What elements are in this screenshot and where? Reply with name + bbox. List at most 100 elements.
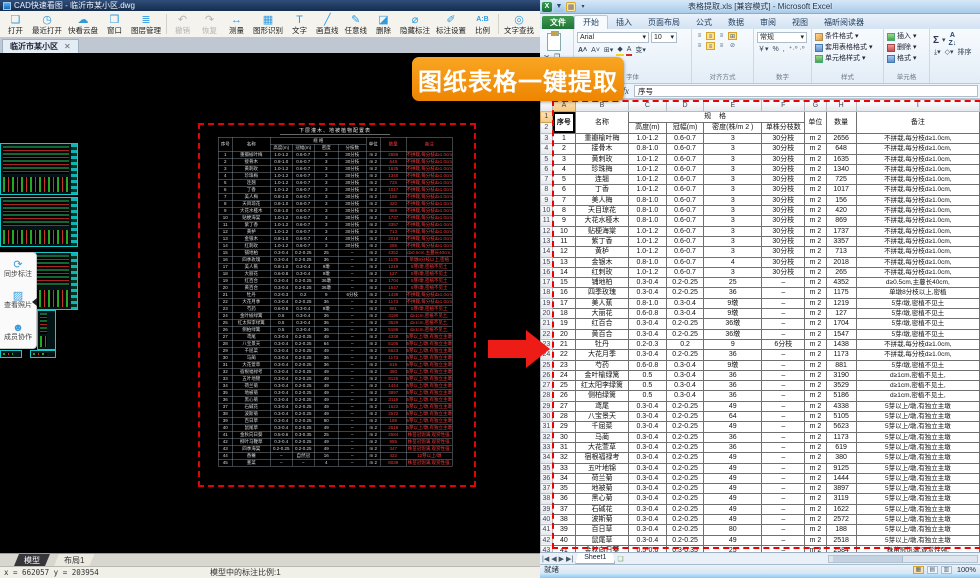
excel-cell[interactable]: – (762, 288, 805, 298)
excel-cell[interactable]: 49 (704, 422, 762, 432)
excel-cell[interactable]: 30分枝 (762, 216, 805, 226)
excel-cell[interactable]: 0.6-0.7 (666, 247, 703, 257)
excel-cell[interactable]: 千屈菜 (576, 422, 629, 432)
toolbar-cloud-button[interactable]: ☁快看云盘 (65, 12, 101, 36)
excel-cell[interactable]: 5芽以上/墩,有独立主墩 (856, 473, 979, 483)
excel-cell[interactable]: 5 (552, 175, 575, 185)
excel-cell[interactable]: 0.8-1.0 (628, 298, 666, 308)
phonetic-guide-icon[interactable]: 变▾ (634, 46, 647, 55)
excel-cell[interactable]: 17 (552, 298, 575, 308)
excel-cell[interactable]: 11 (552, 236, 575, 246)
align-middle-icon[interactable]: ≡ (706, 32, 715, 40)
ribbon-tab-1[interactable]: 文件 (542, 16, 574, 29)
align-right-icon[interactable]: ≡ (717, 42, 726, 50)
excel-cell[interactable]: 36 (704, 391, 762, 401)
excel-cell[interactable]: m 2 (805, 175, 826, 185)
toolbar-erase-button[interactable]: ◪删除 (370, 12, 397, 36)
excel-cell[interactable]: 红百合 (576, 319, 629, 329)
row-header-13[interactable]: 13 (541, 236, 553, 246)
excel-cell[interactable]: 27 (552, 401, 575, 411)
excel-cell[interactable]: m 2 (805, 206, 826, 216)
excel-cell[interactable]: m 2 (805, 535, 826, 545)
toolbar-hide-markup-button[interactable]: ⌀隐藏标注 (397, 12, 433, 36)
excel-cell[interactable]: 接骨木 (576, 144, 629, 154)
excel-cell[interactable]: 5芽/墩,密植不见土 (856, 309, 979, 319)
excel-cell[interactable]: 1.0-1.2 (628, 236, 666, 246)
excel-cell[interactable]: 密度(株/m 2 ) (704, 123, 762, 134)
excel-cell[interactable]: m 2 (805, 422, 826, 432)
excel-cell[interactable]: 珍珠梅 (576, 164, 629, 174)
excel-cell[interactable]: 0.8-1.0 (628, 195, 666, 205)
row-header-12[interactable]: 12 (541, 226, 553, 236)
first-sheet-icon[interactable]: |◀ (542, 555, 549, 563)
excel-cell[interactable]: 30 (552, 432, 575, 442)
excel-cell[interactable]: 0.2-0.25 (666, 329, 703, 339)
excel-cell[interactable]: 宿根福禄考 (576, 453, 629, 463)
excel-cell[interactable]: 0.2-0.25 (666, 401, 703, 411)
excel-cell[interactable]: m 2 (805, 216, 826, 226)
excel-cell[interactable]: 9 (704, 339, 762, 349)
orientation-icon[interactable]: ⊘ (728, 42, 737, 50)
excel-cell[interactable]: 3 (704, 236, 762, 246)
excel-cell[interactable]: 连翘 (576, 175, 629, 185)
excel-cell[interactable]: 5芽/墩,密植不见土 (856, 319, 979, 329)
excel-cell[interactable]: m 2 (805, 185, 826, 195)
excel-cell[interactable]: – (762, 504, 805, 514)
excel-cell[interactable]: 36 (704, 381, 762, 391)
excel-cell[interactable]: 0.6-0.7 (666, 257, 703, 267)
excel-cell[interactable]: 荷兰菊 (576, 473, 629, 483)
excel-cell[interactable]: 0.3-0.4 (628, 473, 666, 483)
excel-cell[interactable]: 3 (704, 164, 762, 174)
excel-cell[interactable]: 0.3-0.4 (628, 494, 666, 504)
excel-cell[interactable]: 3 (704, 154, 762, 164)
excel-cell[interactable]: 0.6-0.7 (666, 236, 703, 246)
excel-cell[interactable]: m 2 (805, 514, 826, 524)
drawing-thumbnail-5[interactable] (0, 350, 22, 358)
page-break-view-icon[interactable]: ▥ (941, 566, 952, 574)
col-header-G[interactable]: G (805, 100, 826, 112)
excel-cell[interactable]: 30分枝 (762, 226, 805, 236)
excel-cell[interactable]: 不拼栽,每分枝d≥1.0cm, (856, 144, 979, 154)
excel-cell[interactable]: 5芽/墩,密植不见土 (856, 329, 979, 339)
excel-cell[interactable]: m 2 (805, 298, 826, 308)
excel-cell[interactable]: d≥1cm,密植不见土, (856, 391, 979, 401)
excel-cell[interactable]: 0.2-0.25 (666, 278, 703, 288)
excel-cell[interactable]: 40 (552, 535, 575, 545)
excel-cell[interactable]: 单位 (805, 112, 826, 134)
excel-cell[interactable]: 38 (552, 514, 575, 524)
excel-cell[interactable]: 24 (552, 370, 575, 380)
excel-cell[interactable]: m 2 (805, 226, 826, 236)
excel-cell[interactable]: 0.3-0.4 (666, 298, 703, 308)
row-header-3[interactable]: 3 (541, 134, 553, 144)
excel-cell[interactable]: 0.3-0.4 (628, 525, 666, 535)
excel-cell[interactable]: 0.3-0.4 (628, 288, 666, 298)
excel-cell[interactable]: 49 (704, 463, 762, 473)
ribbon-tab-7[interactable]: 审阅 (752, 16, 784, 29)
excel-cell[interactable]: 49 (704, 401, 762, 411)
cad-table-drawing[interactable]: 下层灌木、地被植物配置表 序号名称规 格单位数量备注高度(m)冠幅(m)密度分枝… (218, 126, 452, 467)
formula-input[interactable]: 序号 (634, 85, 978, 97)
excel-cell[interactable]: 紫丁香 (576, 236, 629, 246)
excel-cell[interactable]: 4352 (826, 278, 856, 288)
excel-cell[interactable]: 380 (826, 453, 856, 463)
cad-document-tab[interactable]: 临沂市某小区 ✕ (2, 39, 79, 53)
excel-cell[interactable]: 1173 (826, 350, 856, 360)
row-header-38[interactable]: 38 (541, 494, 553, 504)
excel-cell[interactable]: 0.3-0.4 (628, 329, 666, 339)
excel-cell[interactable]: 4 (704, 257, 762, 267)
align-left-icon[interactable]: ≡ (695, 42, 704, 50)
excel-cell[interactable]: 6 (552, 185, 575, 195)
excel-cell[interactable]: 1.0-1.2 (628, 226, 666, 236)
row-header-21[interactable]: 21 (541, 319, 553, 329)
excel-cell[interactable]: 不拼栽,每分枝d≥1.0cm, (856, 164, 979, 174)
excel-cell[interactable]: m 2 (805, 473, 826, 483)
excel-cell[interactable]: m 2 (805, 267, 826, 277)
excel-cell[interactable]: 4338 (826, 401, 856, 411)
sort-filter-icon[interactable]: AZ↓ (949, 32, 957, 48)
excel-cell[interactable]: 127 (826, 309, 856, 319)
font-color-icon[interactable]: A (626, 45, 633, 56)
col-header-E[interactable]: E (704, 100, 762, 112)
excel-cell[interactable]: 0.3-0.4 (628, 463, 666, 473)
excel-cell[interactable]: 36 (552, 494, 575, 504)
excel-cell[interactable]: d≥1cm,密植不见土, (856, 381, 979, 391)
